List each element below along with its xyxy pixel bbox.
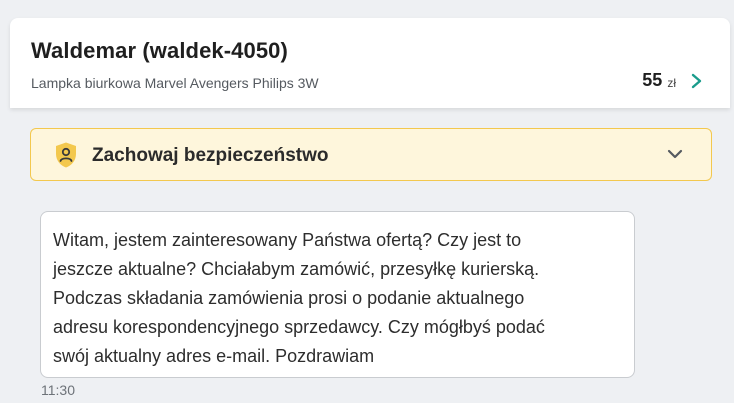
message-time: 11:30 [41,382,75,398]
message-bubble: Witam, jestem zainteresowany Państwa ofe… [40,211,635,378]
message-text: Witam, jestem zainteresowany Państwa ofe… [53,230,545,366]
price-currency: zł [667,75,676,90]
safety-banner[interactable]: Zachowaj bezpieczeństwo [30,128,712,181]
safety-banner-title: Zachowaj bezpieczeństwo [92,145,329,166]
chevron-right-icon[interactable] [690,72,704,90]
price-value: 55 [642,70,663,90]
shield-user-icon [54,141,78,169]
price-link[interactable]: 55 zł [642,70,704,91]
conversation-header: Waldemar (waldek-4050) Lampka biurkowa M… [10,18,730,108]
chevron-down-icon[interactable] [666,147,684,161]
user-name[interactable]: Waldemar (waldek-4050) [31,38,288,64]
product-name[interactable]: Lampka biurkowa Marvel Avengers Philips … [31,75,319,91]
